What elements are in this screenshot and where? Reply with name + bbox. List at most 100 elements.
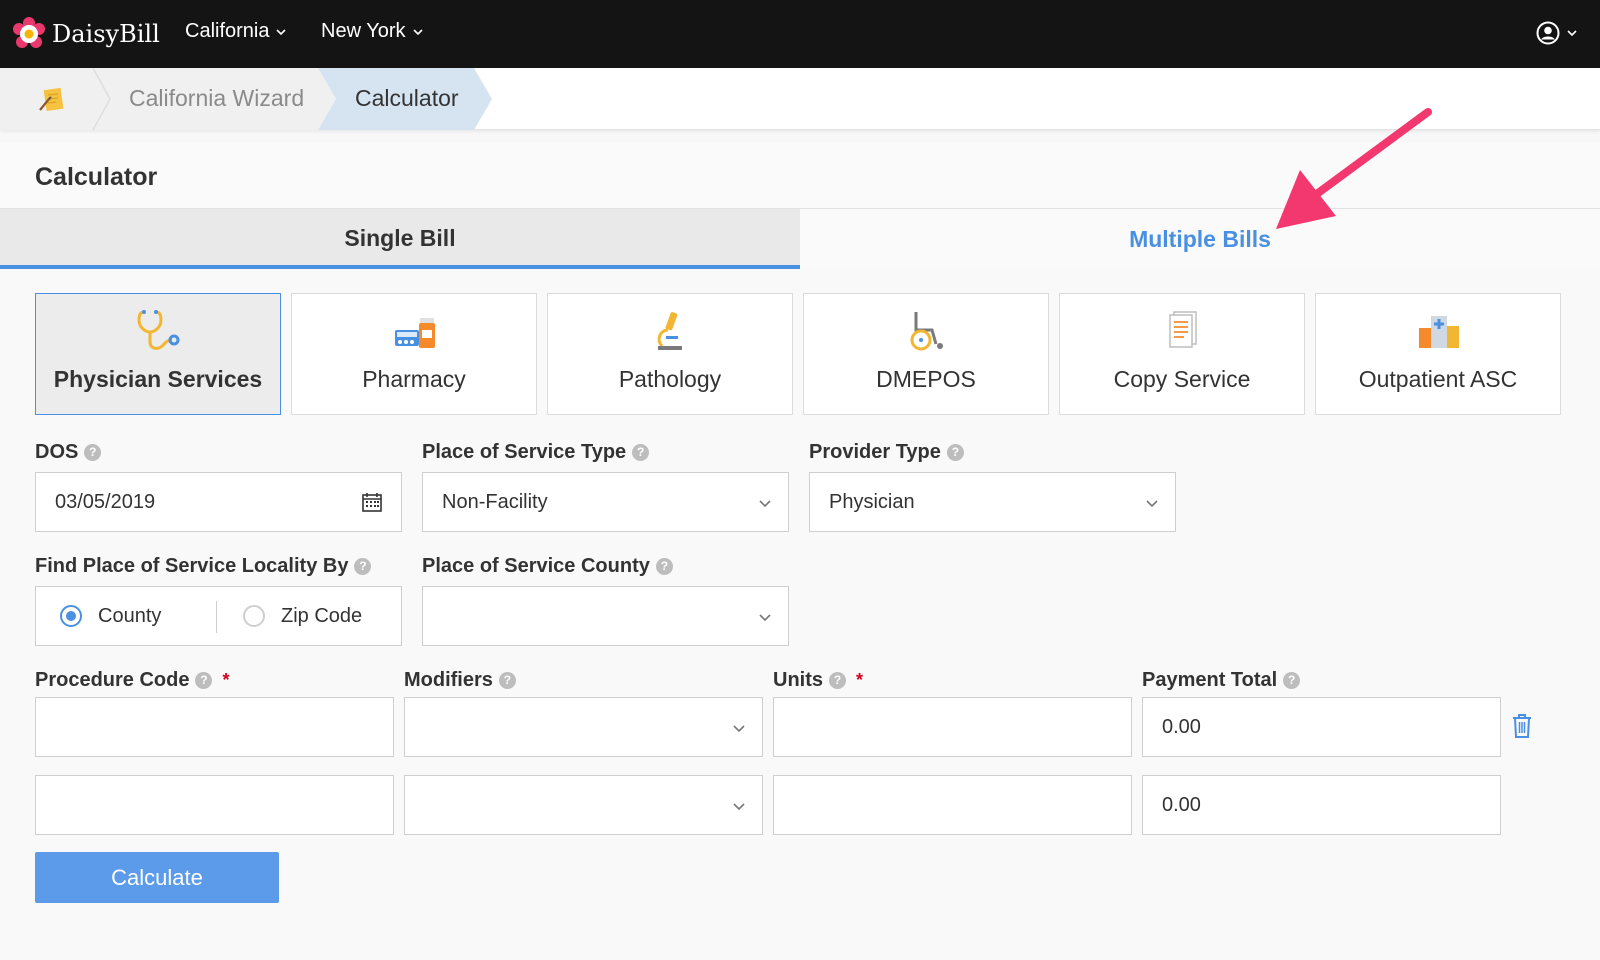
chevron-down-icon — [1567, 30, 1577, 37]
microscope-icon — [657, 312, 682, 350]
wizard-home-icon[interactable] — [36, 84, 66, 114]
help-icon[interactable]: ? — [829, 672, 846, 689]
document-icon — [1169, 311, 1197, 348]
chevron-down-icon — [733, 803, 745, 811]
pos-type-label-text: Place of Service Type — [422, 441, 627, 463]
panel-header: Calculator — [0, 143, 1600, 209]
units-input[interactable] — [773, 697, 1132, 757]
dos-label-text: DOS — [35, 441, 79, 463]
pos-county-label-text: Place of Service County — [422, 555, 650, 577]
help-icon[interactable]: ? — [354, 558, 372, 575]
modifiers-label-text: Modifiers — [404, 669, 493, 691]
state-menu-label: California — [185, 20, 270, 42]
payment-total-field[interactable]: 0.00 — [1142, 697, 1501, 757]
radio-county[interactable]: County — [60, 587, 161, 645]
pos-county-label: Place of Service County ? — [422, 555, 673, 578]
help-icon[interactable]: ? — [655, 558, 673, 575]
modifiers-select[interactable] — [404, 697, 763, 757]
provider-type-label: Provider Type ? — [809, 441, 964, 464]
payment-total-value: 0.00 — [1162, 794, 1201, 816]
app-logo[interactable]: DaisyBill — [12, 17, 160, 51]
radio-zip-code-label: Zip Code — [281, 604, 363, 627]
radio-divider — [216, 601, 217, 633]
locality-by-label: Find Place of Service Locality By ? — [35, 555, 372, 578]
help-icon[interactable]: ? — [498, 672, 516, 689]
breadcrumb-item-calculator: Calculator — [355, 85, 459, 111]
dos-label: DOS ? — [35, 441, 102, 464]
breadcrumb: California Wizard Calculator — [0, 68, 1600, 130]
radio-county-label: County — [98, 604, 162, 627]
user-avatar-icon — [1536, 21, 1560, 45]
tile-pathology[interactable]: Pathology — [547, 293, 793, 415]
trash-icon[interactable] — [1510, 712, 1534, 740]
provider-type-value: Physician — [829, 491, 915, 513]
dos-date-input[interactable]: 03/05/2019 — [35, 472, 402, 532]
tile-label: Outpatient ASC — [1358, 366, 1518, 392]
hospital-icon — [1419, 316, 1459, 348]
required-marker: * — [222, 670, 230, 690]
chevron-down-icon — [733, 725, 745, 733]
payment-total-label: Payment Total ? — [1142, 669, 1301, 692]
payment-total-field[interactable]: 0.00 — [1142, 775, 1501, 835]
tab-single-bill[interactable]: Single Bill — [0, 209, 800, 269]
chevron-down-icon — [759, 614, 771, 622]
state-menu-california[interactable]: California — [185, 20, 287, 43]
procedure-code-label: Procedure Code ? * — [35, 669, 230, 692]
units-label: Units ? * — [773, 669, 863, 692]
tile-outpatient-asc[interactable]: Outpatient ASC — [1315, 293, 1561, 415]
tile-label: Copy Service — [1113, 366, 1251, 392]
radio-zip-code[interactable]: Zip Code — [243, 587, 362, 645]
calendar-icon[interactable] — [361, 491, 383, 513]
provider-type-label-text: Provider Type — [809, 441, 941, 463]
user-menu[interactable] — [1536, 21, 1578, 45]
pos-type-select[interactable]: Non-Facility — [422, 472, 789, 532]
radio-unselected-icon — [243, 605, 265, 627]
daisy-logo-icon — [13, 17, 45, 48]
tile-label: Pathology — [618, 366, 722, 392]
required-marker: * — [856, 670, 864, 690]
pos-type-label: Place of Service Type ? — [422, 441, 650, 464]
calculator-panel: Calculator Single Bill Multiple Bills Ph… — [0, 143, 1600, 960]
chevron-down-icon — [1146, 500, 1158, 508]
chevron-down-icon — [276, 28, 287, 35]
calculate-button[interactable]: Calculate — [35, 852, 279, 903]
tile-copy-service[interactable]: Copy Service — [1059, 293, 1305, 415]
chevron-down-icon — [759, 500, 771, 508]
radio-selected-icon — [60, 605, 82, 627]
stethoscope-icon — [137, 310, 180, 350]
help-icon[interactable]: ? — [946, 444, 964, 461]
procedure-code-label-text: Procedure Code — [35, 669, 190, 691]
tile-label: Pharmacy — [362, 366, 466, 392]
units-input[interactable] — [773, 775, 1132, 835]
tab-multiple-bills[interactable]: Multiple Bills — [800, 209, 1600, 269]
breadcrumb-item-california-wizard[interactable]: California Wizard — [129, 85, 304, 112]
tile-label: Physician Services — [53, 366, 263, 392]
wheelchair-icon — [910, 312, 943, 351]
modifiers-label: Modifiers ? — [404, 669, 516, 692]
help-icon[interactable]: ? — [632, 444, 650, 461]
help-icon[interactable]: ? — [195, 672, 213, 689]
state-menu-label: New York — [321, 20, 406, 42]
modifiers-select[interactable] — [404, 775, 763, 835]
page-title: Calculator — [35, 163, 158, 191]
provider-type-select[interactable]: Physician — [809, 472, 1176, 532]
payment-total-label-text: Payment Total — [1142, 669, 1278, 691]
payment-total-value: 0.00 — [1162, 716, 1201, 738]
dos-value: 03/05/2019 — [55, 491, 156, 513]
pharmacy-icon — [395, 318, 435, 348]
app-name: DaisyBill — [52, 20, 160, 48]
help-icon[interactable]: ? — [84, 444, 102, 461]
procedure-code-input[interactable] — [35, 775, 394, 835]
tile-pharmacy[interactable]: Pharmacy — [291, 293, 537, 415]
chevron-down-icon — [412, 28, 423, 35]
pos-county-select[interactable] — [422, 586, 789, 646]
locality-by-label-text: Find Place of Service Locality By — [35, 555, 349, 577]
tile-physician-services[interactable]: Physician Services — [35, 293, 281, 415]
tile-label: DMEPOS — [876, 366, 976, 392]
procedure-code-input[interactable] — [35, 697, 394, 757]
top-navigation-bar: DaisyBill California New York — [0, 0, 1600, 68]
tile-dmepos[interactable]: DMEPOS — [803, 293, 1049, 415]
help-icon[interactable]: ? — [1283, 672, 1301, 689]
state-menu-new-york[interactable]: New York — [321, 20, 424, 43]
locality-by-radio-group: County Zip Code — [35, 586, 402, 646]
